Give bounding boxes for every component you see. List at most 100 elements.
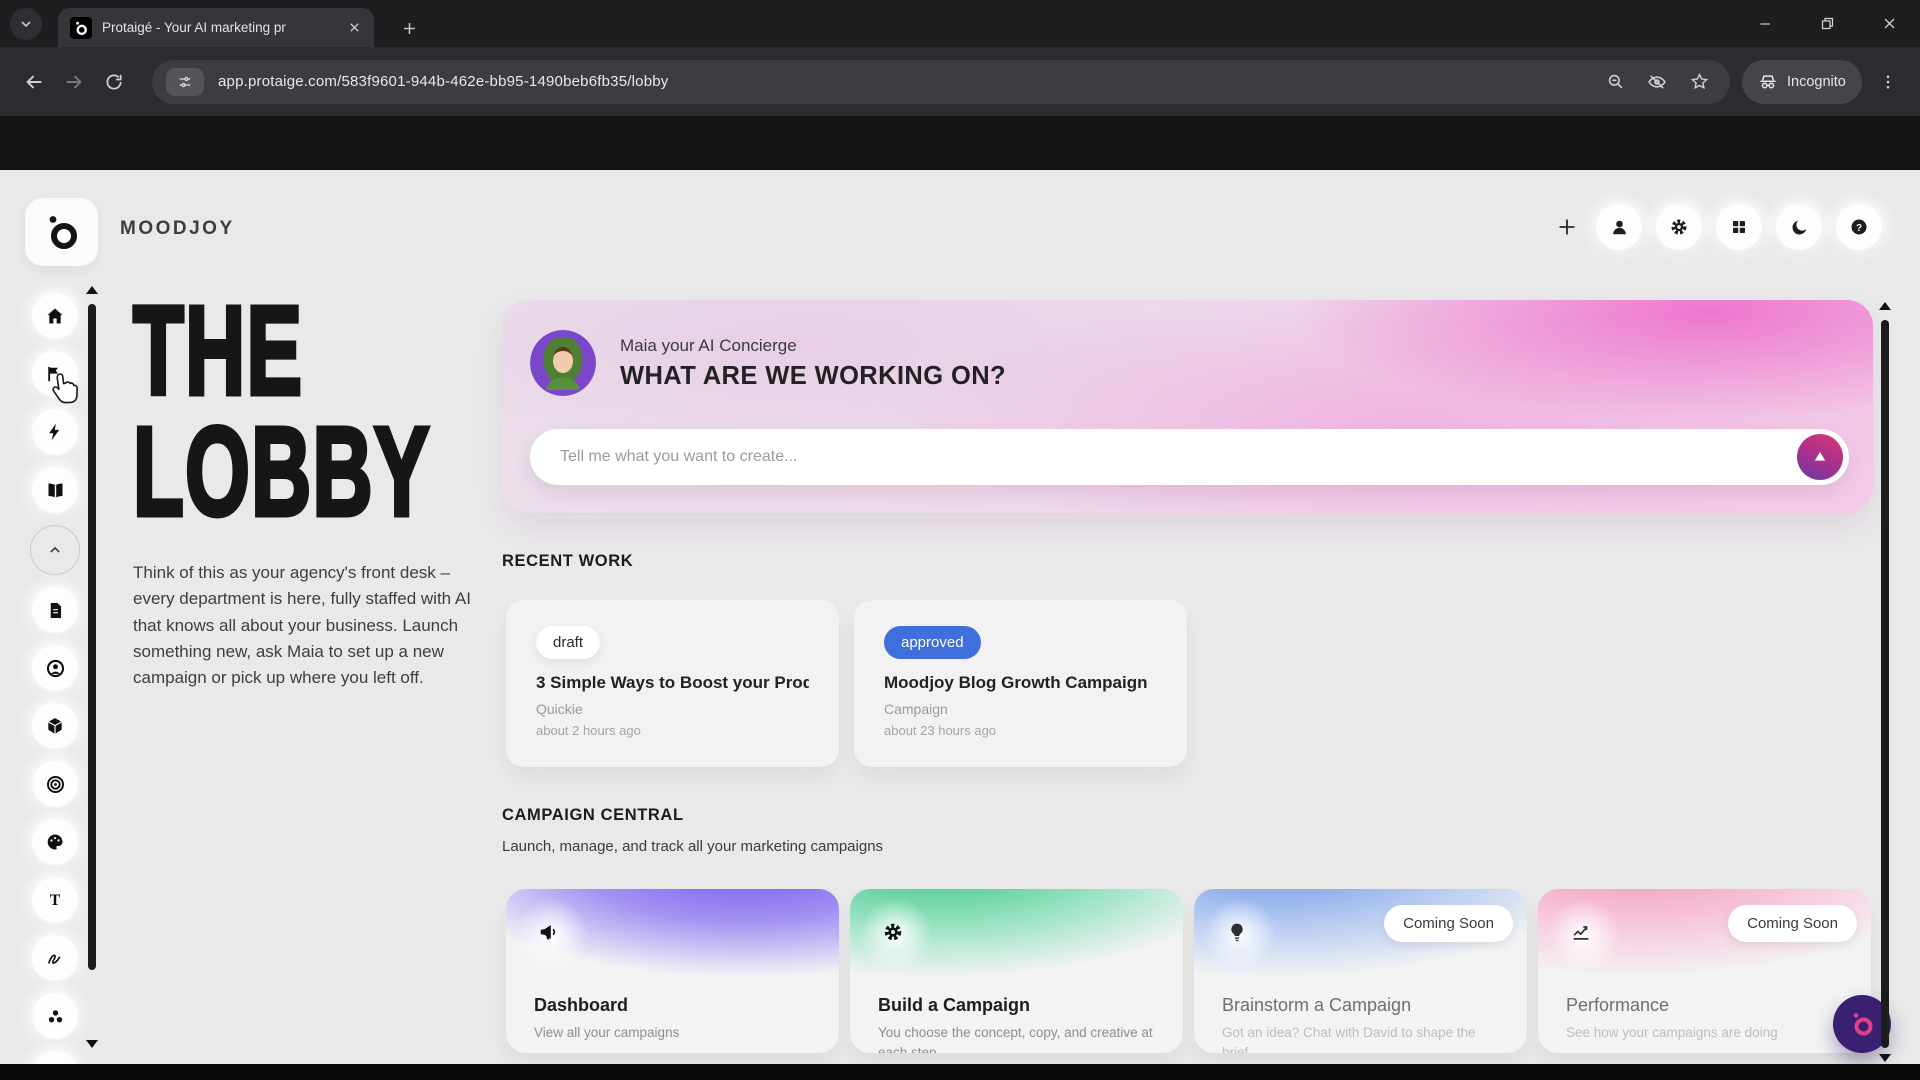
forward-arrow-icon bbox=[66, 74, 82, 89]
help-button[interactable]: ? bbox=[1836, 204, 1882, 250]
sidebar-item-typography[interactable]: T bbox=[32, 877, 78, 923]
sidebar-item-home[interactable] bbox=[32, 293, 78, 339]
restore-icon bbox=[1821, 17, 1833, 30]
sidebar-scrollbar-thumb[interactable] bbox=[88, 304, 96, 970]
people-dots-icon bbox=[48, 1009, 62, 1022]
settings-button[interactable] bbox=[1656, 204, 1702, 250]
sidebar-collapse-button[interactable] bbox=[30, 525, 80, 575]
cube-icon bbox=[48, 718, 62, 735]
campaign-card-title: Brainstorm a Campaign bbox=[1222, 995, 1412, 1015]
workspace-name: MOODJOY bbox=[120, 218, 235, 239]
document-icon bbox=[50, 602, 61, 618]
coming-soon-badge: Coming Soon bbox=[1384, 905, 1513, 942]
campaign-card-dashboard[interactable]: Dashboard View all your campaigns bbox=[506, 889, 839, 1053]
browser-toolbar: app.protaige.com/583f9601-944b-462e-bb95… bbox=[0, 47, 1920, 116]
campaign-card-build[interactable]: Build a Campaign You choose the concept,… bbox=[850, 889, 1183, 1053]
campaign-card-performance: Coming Soon Performance See how your cam… bbox=[1538, 889, 1871, 1053]
send-arrow-icon bbox=[1814, 452, 1826, 461]
dark-mode-button[interactable] bbox=[1776, 204, 1822, 250]
sidebar-item-team[interactable] bbox=[32, 993, 78, 1039]
plus-icon bbox=[403, 22, 415, 34]
home-icon bbox=[47, 308, 63, 324]
recent-card-type: Quickie bbox=[536, 701, 583, 717]
window-close-button[interactable] bbox=[1858, 0, 1920, 47]
add-button[interactable] bbox=[1552, 212, 1582, 242]
question-icon: ? bbox=[1851, 219, 1867, 235]
reload-icon bbox=[106, 74, 122, 90]
profile-button[interactable] bbox=[1596, 204, 1642, 250]
window-restore-button[interactable] bbox=[1796, 0, 1858, 47]
scroll-down-arrow-icon[interactable] bbox=[86, 1040, 98, 1048]
recent-card-title: 3 Simple Ways to Boost your Produ… bbox=[536, 673, 809, 692]
campaign-central-subtitle: Launch, manage, and track all your marke… bbox=[502, 838, 884, 855]
text-icon: T bbox=[50, 892, 61, 909]
tab-search-button[interactable] bbox=[10, 8, 42, 40]
app-logo-button[interactable] bbox=[25, 198, 98, 266]
apps-button[interactable] bbox=[1716, 204, 1762, 250]
grid-icon bbox=[1733, 221, 1745, 233]
sidebar-item-account[interactable] bbox=[32, 645, 78, 691]
plus-icon bbox=[1559, 219, 1575, 235]
account-circle-icon bbox=[46, 659, 64, 677]
status-badge: draft bbox=[536, 626, 601, 659]
reload-button[interactable] bbox=[94, 62, 134, 102]
page-scrollbar-thumb[interactable] bbox=[1881, 320, 1889, 1048]
scroll-up-arrow-icon[interactable] bbox=[1879, 302, 1891, 310]
svg-text:T: T bbox=[50, 892, 61, 909]
protaige-logo-icon bbox=[1853, 1013, 1873, 1036]
sidebar-item-signature[interactable] bbox=[32, 935, 78, 981]
recent-card-time: about 23 hours ago bbox=[884, 723, 997, 738]
recent-work-label: RECENT WORK bbox=[502, 552, 634, 570]
browser-menu-button[interactable] bbox=[1868, 62, 1908, 102]
eye-off-icon bbox=[1648, 74, 1666, 89]
address-bar[interactable]: app.protaige.com/583f9601-944b-462e-bb95… bbox=[152, 59, 1730, 104]
browser-tab[interactable]: Protaigé - Your AI marketing pr bbox=[58, 8, 374, 47]
site-settings-button[interactable] bbox=[166, 67, 204, 96]
url-text[interactable]: app.protaige.com/583f9601-944b-462e-bb95… bbox=[218, 73, 1590, 90]
sidebar-item-quick-actions[interactable] bbox=[32, 409, 78, 455]
concierge-banner: Maia your AI Concierge WHAT ARE WE WORKI… bbox=[502, 300, 1873, 513]
star-icon bbox=[1690, 72, 1708, 90]
recent-card-title: Moodjoy Blog Growth Campaign bbox=[884, 673, 1148, 692]
campaign-card-brainstorm: Coming Soon Brainstorm a Campaign Got an… bbox=[1194, 889, 1527, 1053]
incognito-badge: Incognito bbox=[1742, 59, 1862, 104]
sidebar-item-library[interactable] bbox=[32, 467, 78, 513]
back-button[interactable] bbox=[14, 62, 54, 102]
sidebar-item-media[interactable] bbox=[32, 1051, 78, 1064]
scroll-down-arrow-icon[interactable] bbox=[1879, 1054, 1891, 1062]
campaign-card-title: Performance bbox=[1566, 995, 1670, 1015]
bookmark-button[interactable] bbox=[1682, 65, 1716, 99]
chevron-down-icon bbox=[21, 21, 31, 28]
campaign-card-subtitle: Got an idea? Chat with David to shape th… bbox=[1222, 1025, 1476, 1053]
sidebar-item-brand-kit[interactable] bbox=[32, 819, 78, 865]
page-top-dark-band bbox=[0, 116, 1920, 170]
recent-card-type: Campaign bbox=[884, 701, 948, 717]
preview-hidden-button[interactable] bbox=[1640, 65, 1674, 99]
protaige-favicon-icon bbox=[70, 16, 92, 39]
window-minimize-button[interactable] bbox=[1734, 0, 1796, 47]
sidebar-item-products[interactable] bbox=[32, 703, 78, 749]
page-bottom-dark-band bbox=[0, 1064, 1920, 1080]
scroll-up-arrow-icon[interactable] bbox=[86, 286, 98, 294]
create-prompt-input[interactable] bbox=[560, 448, 1797, 466]
sidebar-item-brand-targets[interactable] bbox=[32, 761, 78, 807]
campaign-card-subtitle: See how your campaigns are doing bbox=[1566, 1025, 1778, 1040]
target-icon bbox=[46, 775, 64, 793]
sidebar-item-documents[interactable] bbox=[32, 587, 78, 633]
create-prompt-bar bbox=[530, 429, 1849, 485]
forward-button[interactable] bbox=[54, 62, 94, 102]
page-title-line1: THE bbox=[131, 280, 304, 421]
screen: Protaigé - Your AI marketing pr app.prot… bbox=[0, 0, 1920, 1080]
send-button[interactable] bbox=[1797, 434, 1843, 480]
back-arrow-icon bbox=[26, 74, 42, 89]
recent-card-draft[interactable]: draft 3 Simple Ways to Boost your Produ…… bbox=[506, 600, 839, 767]
zoom-out-button[interactable] bbox=[1598, 65, 1632, 99]
tab-close-icon[interactable] bbox=[347, 20, 362, 35]
moon-icon bbox=[1792, 220, 1806, 234]
sidebar-item-projects[interactable] bbox=[32, 351, 78, 397]
recent-card-approved[interactable]: approved Moodjoy Blog Growth Campaign Ca… bbox=[854, 600, 1187, 767]
status-badge: approved bbox=[884, 626, 981, 659]
zoom-out-icon bbox=[1608, 74, 1622, 89]
lightning-icon bbox=[49, 423, 60, 441]
new-tab-button[interactable] bbox=[394, 13, 424, 43]
